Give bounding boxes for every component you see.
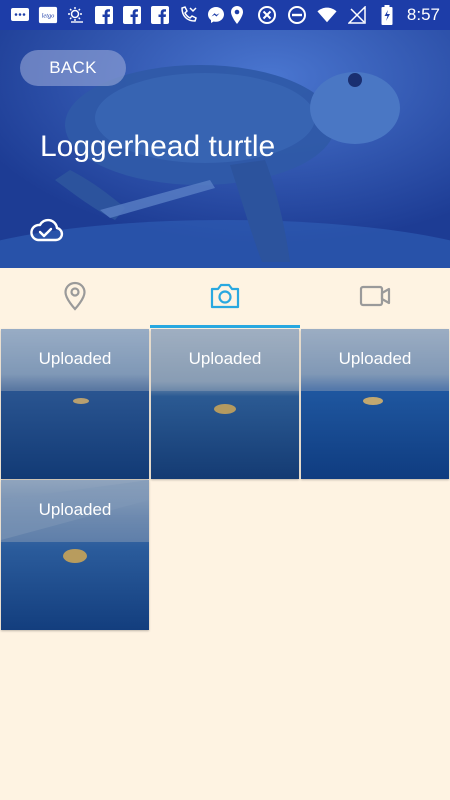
battery-charging-icon: [377, 5, 397, 25]
hero-header: BACK Loggerhead turtle: [0, 30, 450, 268]
photo-tile[interactable]: Uploaded: [151, 329, 299, 479]
missed-call-icon: [178, 5, 198, 25]
video-icon: [359, 285, 391, 312]
back-button[interactable]: BACK: [20, 50, 126, 86]
wifi-icon: [317, 5, 337, 25]
status-bar: letgo 8:57: [0, 0, 450, 30]
tab-location[interactable]: [0, 268, 150, 328]
facebook-icon: [94, 5, 114, 25]
facebook-icon: [122, 5, 142, 25]
app-icon: letgo: [38, 5, 58, 25]
photo-tile[interactable]: Uploaded: [1, 329, 149, 479]
location-icon: [227, 5, 247, 25]
cloud-check-icon: [28, 216, 64, 244]
messenger-icon: [206, 5, 226, 25]
dnd-icon: [287, 5, 307, 25]
upload-status-label: Uploaded: [338, 349, 412, 368]
close-circle-icon: [257, 5, 277, 25]
upload-status-label: Uploaded: [38, 349, 112, 368]
map-pin-icon: [63, 281, 87, 316]
camera-icon: [209, 282, 241, 315]
upload-status-label: Uploaded: [188, 349, 262, 368]
photo-tile[interactable]: Uploaded: [1, 480, 149, 630]
tab-bar: [0, 268, 450, 328]
messages-icon: [10, 5, 30, 25]
no-signal-icon: [347, 5, 367, 25]
app-icon-text: letgo: [42, 13, 55, 20]
clock-time: 8:57: [406, 5, 440, 24]
page-title: Loggerhead turtle: [40, 130, 276, 163]
facebook-icon: [150, 5, 170, 25]
tab-videos[interactable]: [300, 268, 450, 328]
weather-icon: [66, 5, 86, 25]
photo-tile[interactable]: Uploaded: [301, 329, 449, 479]
upload-status-label: Uploaded: [38, 500, 112, 519]
tab-photos[interactable]: [150, 268, 300, 328]
